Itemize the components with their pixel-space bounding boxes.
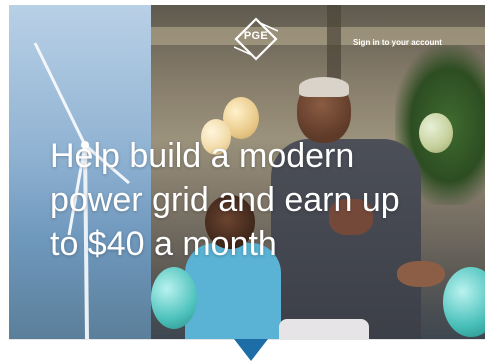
- logo-text: PGE: [243, 30, 269, 42]
- pge-logo[interactable]: PGE: [233, 17, 279, 61]
- chevron-down-icon[interactable]: [234, 339, 268, 361]
- hero-headline: Help build a modern power grid and earn …: [50, 137, 400, 263]
- sign-in-link[interactable]: Sign in to your account: [353, 38, 442, 47]
